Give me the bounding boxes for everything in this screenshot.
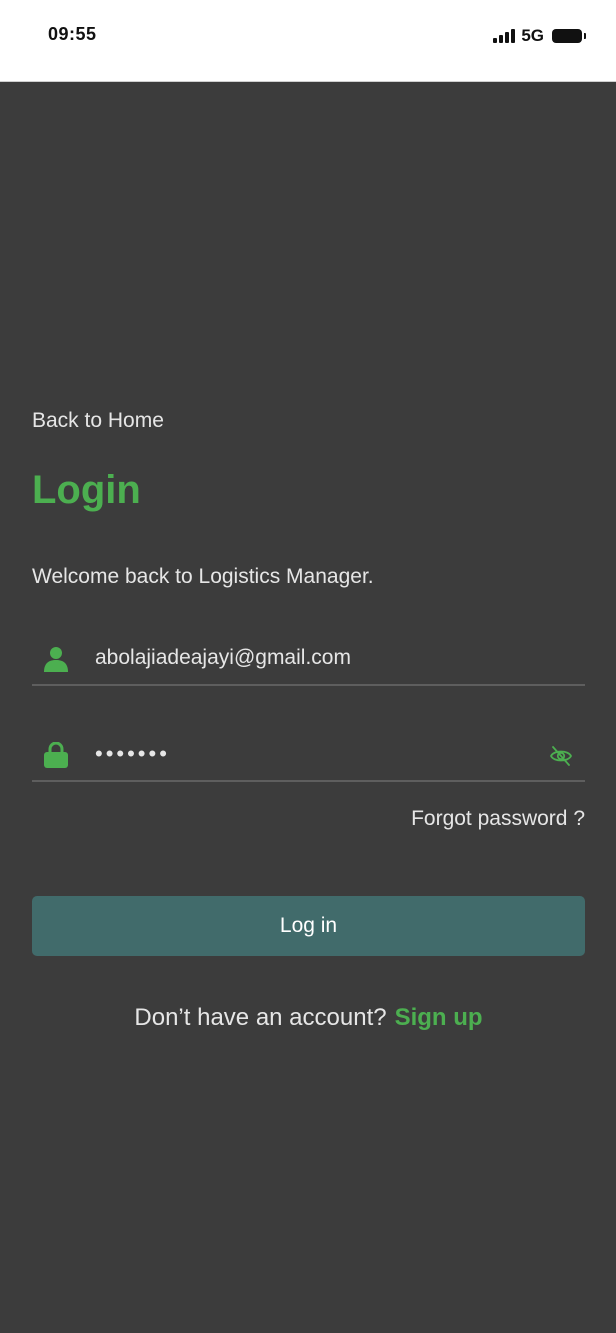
lock-icon xyxy=(44,741,68,768)
network-label: 5G xyxy=(521,26,544,45)
status-time: 09:55 xyxy=(48,24,97,44)
eye-off-icon[interactable] xyxy=(549,744,573,768)
back-to-home-link[interactable]: Back to Home xyxy=(32,409,164,433)
email-field xyxy=(32,630,585,686)
login-button[interactable]: Log in xyxy=(32,896,585,956)
email-input[interactable] xyxy=(95,640,535,676)
status-bar: 09:55 5G xyxy=(0,0,616,82)
battery-icon xyxy=(552,29,586,43)
status-indicators: 5G xyxy=(493,26,586,46)
password-input[interactable] xyxy=(95,736,535,772)
password-field xyxy=(32,726,585,782)
page-title: Login xyxy=(32,468,141,512)
signup-prompt: Don’t have an account? xyxy=(134,1004,387,1031)
welcome-text: Welcome back to Logistics Manager. xyxy=(32,565,374,588)
forgot-password-link[interactable]: Forgot password ? xyxy=(411,807,585,831)
user-icon xyxy=(44,646,68,672)
signup-row: Don’t have an account? Sign up xyxy=(32,1004,585,1032)
signup-link[interactable]: Sign up xyxy=(395,1004,483,1031)
signal-icon xyxy=(493,29,516,43)
